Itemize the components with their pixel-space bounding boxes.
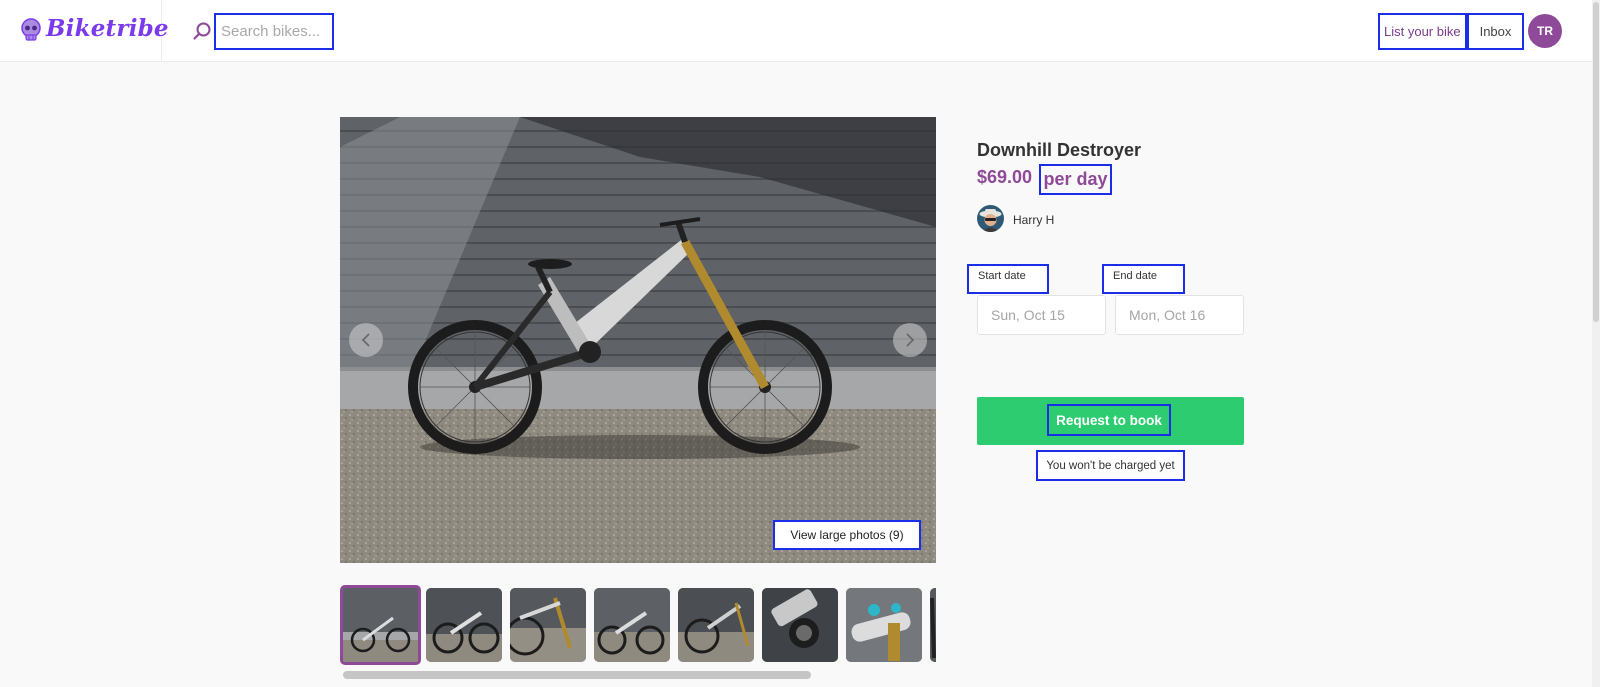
- page-scrollbar-thumb[interactable]: [1593, 2, 1599, 322]
- thumbnail-5[interactable]: [678, 588, 754, 662]
- chevron-left-icon: [361, 333, 370, 347]
- thumbnail-image: [762, 588, 838, 662]
- skull-logo-icon: [21, 18, 41, 41]
- thumbnail-scrollbar-thumb[interactable]: [343, 671, 811, 679]
- thumbnail-image: [846, 588, 922, 662]
- charge-note: You won't be charged yet: [1036, 450, 1185, 481]
- thumbnail-image: [426, 588, 502, 662]
- user-avatar[interactable]: TR: [1528, 14, 1562, 48]
- start-date-label: Start date: [967, 264, 1049, 294]
- bike-photo-image: [340, 117, 936, 563]
- photo-next-button[interactable]: [893, 323, 927, 357]
- list-your-bike-link[interactable]: List your bike: [1378, 13, 1467, 50]
- photo-prev-button[interactable]: [349, 323, 383, 357]
- thumbnail-7[interactable]: [846, 588, 922, 662]
- thumbnail-image: [930, 588, 936, 662]
- listing-price: $69.00: [977, 167, 1033, 187]
- price-unit: per day: [1039, 164, 1112, 195]
- request-to-book-label[interactable]: Request to book: [1047, 404, 1171, 436]
- thumbnail-strip: [340, 585, 936, 665]
- chevron-right-icon: [906, 333, 915, 347]
- start-date-input[interactable]: [977, 295, 1106, 335]
- logo[interactable]: Biketribe: [0, 0, 169, 62]
- thumbnail-8[interactable]: [930, 588, 936, 662]
- top-navbar: Biketribe List your bike Inbox TR: [0, 0, 1600, 62]
- thumbnail-1[interactable]: [340, 585, 421, 665]
- thumbnail-image: [678, 588, 754, 662]
- logo-text: Biketribe: [46, 15, 169, 42]
- page-scrollbar[interactable]: [1592, 0, 1600, 687]
- owner-avatar-image: [977, 205, 1004, 232]
- inbox-link[interactable]: Inbox: [1467, 13, 1524, 50]
- thumbnail-2[interactable]: [426, 588, 502, 662]
- thumbnail-scrollbar[interactable]: [340, 670, 936, 679]
- owner-avatar[interactable]: [977, 205, 1004, 232]
- thumbnail-4[interactable]: [594, 588, 670, 662]
- listing-title: Downhill Destroyer: [977, 140, 1142, 160]
- view-large-photos-button[interactable]: View large photos (9): [773, 520, 921, 550]
- end-date-input[interactable]: [1115, 295, 1244, 335]
- owner-name[interactable]: Harry H: [1013, 213, 1054, 227]
- thumbnail-3[interactable]: [510, 588, 586, 662]
- end-date-label: End date: [1102, 264, 1185, 294]
- thumbnail-6[interactable]: [762, 588, 838, 662]
- thumbnail-image: [510, 588, 586, 662]
- thumbnail-image: [594, 588, 670, 662]
- search-input[interactable]: [214, 13, 334, 50]
- main-bike-photo[interactable]: View large photos (9): [340, 117, 936, 563]
- thumbnail-image: [343, 588, 418, 662]
- search-icon[interactable]: [192, 21, 212, 41]
